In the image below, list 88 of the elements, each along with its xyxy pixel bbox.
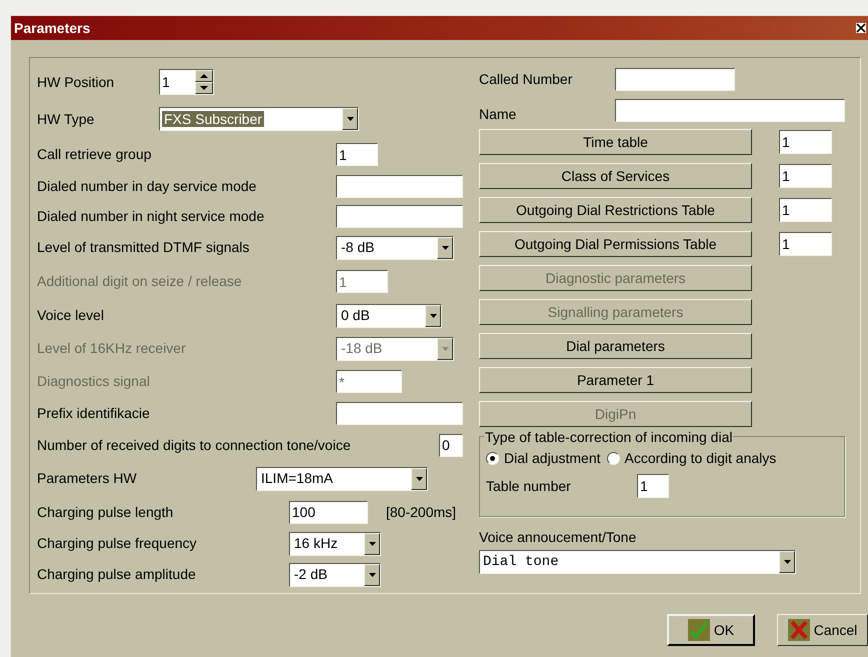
input-field[interactable]: 1 — [779, 198, 832, 222]
dropdown-field[interactable]: -8 dB — [336, 236, 454, 260]
input-field[interactable]: 1 — [779, 164, 832, 188]
field-value: 0 dB — [340, 307, 371, 323]
dropdown-field[interactable]: Dial tone — [479, 550, 796, 574]
dropdown-button[interactable] — [425, 304, 441, 326]
table-button[interactable]: Dial parameters — [479, 333, 752, 359]
field-label: Table number — [486, 476, 572, 496]
dropdown-button[interactable] — [364, 532, 380, 554]
dropdown-button[interactable] — [779, 551, 795, 573]
field-value: 16 kHz — [293, 535, 339, 551]
dropdown-button[interactable] — [411, 468, 427, 490]
range-hint: [80-200ms] — [386, 502, 456, 522]
input-field[interactable]: 100 — [289, 500, 368, 524]
field-label: Number of received digits to connection tone/voice — [37, 436, 352, 455]
field-label: Diagnostics signal — [37, 372, 151, 391]
cancel-button[interactable]: Cancel — [777, 614, 868, 646]
close-icon — [788, 619, 810, 641]
field-value: Dial tone — [482, 552, 560, 572]
field-label: Call retrieve group — [37, 145, 152, 164]
field-value: ILIM=18mA — [260, 470, 334, 486]
spin-field[interactable]: 1 — [159, 69, 214, 95]
field-label: HW Position — [37, 72, 116, 92]
field-label: Additional digit on seize / release — [37, 272, 243, 291]
dropdown-field[interactable]: FXS Subscriber — [159, 107, 359, 131]
dropdown-field[interactable]: ILIM=18mA — [256, 466, 428, 490]
field-label: Charging pulse frequency — [37, 534, 198, 553]
dropdown-button[interactable] — [437, 338, 453, 360]
radio-button[interactable] — [606, 452, 620, 464]
dropdown-field[interactable]: 16 kHz — [289, 532, 381, 556]
table-button[interactable]: Outgoing Dial Restrictions Table — [479, 197, 752, 223]
dropdown-button[interactable] — [364, 564, 380, 586]
input-field[interactable] — [336, 174, 463, 198]
field-label: Level of transmitted DTMF signals — [37, 238, 250, 257]
table-button[interactable]: Time table — [479, 129, 752, 155]
caret-icon — [368, 542, 376, 546]
checkmark-icon — [688, 619, 710, 641]
input-field[interactable]: 0 — [439, 434, 463, 456]
field-label: Charging pulse length — [37, 502, 174, 522]
input-field[interactable]: 1 — [637, 474, 669, 498]
field-value: 1 — [338, 146, 348, 164]
input-field[interactable]: 1 — [336, 143, 378, 166]
input-field[interactable]: 1 — [779, 232, 832, 256]
field-value: 100 — [291, 503, 316, 521]
caret-icon — [784, 560, 790, 564]
field-label: Charging pulse amplitude — [37, 565, 197, 584]
input-field[interactable]: 1 — [779, 130, 832, 154]
field-label: Voice level — [37, 306, 105, 325]
field-label: Level of 16KHz receiver — [37, 339, 187, 358]
field-value: FXS Subscriber — [162, 110, 264, 126]
field-value: -8 dB — [340, 239, 376, 255]
radio-label: Dial adjustment — [504, 448, 600, 468]
field-value: -18 dB — [340, 340, 384, 356]
caret-icon — [430, 314, 436, 318]
field-label: Dialed number in day service mode — [37, 176, 258, 196]
caret-icon — [346, 117, 354, 121]
table-button[interactable]: Parameter 1 — [479, 367, 752, 393]
input-field[interactable] — [336, 204, 463, 228]
input-field[interactable] — [336, 402, 463, 425]
input-field[interactable] — [615, 99, 845, 122]
dropdown-field[interactable]: 0 dB — [336, 304, 442, 328]
field-value: -2 dB — [293, 566, 328, 582]
table-button[interactable]: Class of Services — [479, 163, 752, 189]
ok-button[interactable]: OK — [667, 614, 755, 646]
radio-button[interactable] — [486, 452, 499, 464]
dropdown-button[interactable] — [342, 108, 358, 130]
field-label: Dialed number in night service mode — [37, 206, 266, 226]
field-label: Voice annoucement/Tone — [479, 528, 638, 547]
field-label: Called Number — [479, 70, 574, 88]
table-button[interactable]: Outgoing Dial Permissions Table — [479, 231, 752, 257]
caret-icon — [416, 476, 422, 480]
field-value: 1 — [161, 74, 171, 90]
field-value: 1 — [338, 272, 348, 290]
field-label: Parameters HW — [37, 469, 138, 488]
field-label: HW Type — [37, 110, 96, 129]
caret-icon — [442, 346, 448, 350]
radio-label: According to digit analys — [624, 448, 776, 468]
caret-icon — [442, 246, 448, 250]
field-label: Name — [479, 105, 518, 124]
field-label: Prefix identifikacie — [37, 404, 151, 423]
caret-icon — [368, 572, 376, 576]
field-value: 0 — [441, 436, 451, 454]
dropdown-field[interactable]: -2 dB — [289, 562, 381, 586]
input-field[interactable] — [615, 68, 735, 90]
dropdown-button[interactable] — [437, 236, 453, 258]
window-title: Parameters — [14, 18, 90, 38]
field-value: * — [338, 372, 346, 390]
close-icon[interactable] — [856, 23, 866, 33]
